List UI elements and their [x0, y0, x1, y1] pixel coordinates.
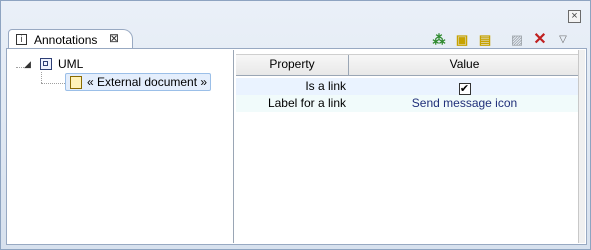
- property-value[interactable]: Send message icon: [349, 95, 580, 112]
- table-row[interactable]: Label for a link Send message icon: [236, 95, 580, 112]
- column-header-property[interactable]: Property: [236, 55, 349, 75]
- tree-connector: [41, 83, 65, 84]
- expand-triangle-icon[interactable]: ◢: [24, 59, 34, 70]
- delete-button[interactable]: ✕: [530, 30, 550, 48]
- vertical-scrollbar[interactable]: [578, 50, 585, 243]
- annotation-button[interactable]: ▣: [452, 30, 472, 48]
- annotations-view-icon: i: [16, 34, 27, 45]
- toolbar-separator: [498, 30, 504, 48]
- disabled-edit-icon: ▨: [510, 31, 524, 47]
- table-row[interactable]: Is a link ✔: [236, 78, 580, 95]
- package-icon: [40, 58, 52, 70]
- view-toolbar: ⁂ ▣ ▤ ▨ ✕ ▽: [429, 30, 573, 48]
- add-annotation-button[interactable]: ⁂: [429, 30, 449, 48]
- tree-item-label: UML: [58, 57, 84, 71]
- annotation-yellow-icon: ▣: [455, 31, 469, 47]
- delete-icon: ✕: [533, 30, 547, 48]
- properties-table: Property Value Is a link ✔ Label for a l…: [236, 50, 581, 243]
- is-link-checkbox[interactable]: ✔: [458, 83, 471, 95]
- tree-item-label: « External document »: [87, 75, 208, 89]
- view-menu-icon: ▽: [559, 33, 567, 45]
- tab-close-icon[interactable]: ⊠: [109, 31, 119, 45]
- selection-highlight: « External document »: [65, 73, 212, 91]
- property-name: Is a link: [305, 79, 346, 93]
- view-menu-button[interactable]: ▽: [553, 30, 573, 48]
- table-header: Property Value: [236, 54, 580, 76]
- annotation-yellow-add-icon: ▤: [478, 31, 492, 47]
- tree-item-external-document[interactable]: « External document »: [65, 73, 212, 91]
- annotation-tree[interactable]: ◢ UML « External document »: [8, 50, 234, 243]
- close-icon: ×: [571, 10, 578, 22]
- annotations-window: × i Annotations ⊠ ⁂ ▣ ▤ ▨ ✕ ▽ ◢ UML « Ex…: [0, 0, 591, 250]
- view-content: ◢ UML « External document » Property Val…: [6, 48, 587, 245]
- add-annotation-yellow-button[interactable]: ▤: [475, 30, 495, 48]
- tree-item-uml[interactable]: ◢ UML: [24, 55, 83, 73]
- tab-label: Annotations: [34, 33, 98, 47]
- property-name: Label for a link: [267, 96, 346, 110]
- window-close-button[interactable]: ×: [568, 10, 581, 23]
- tree-connector: [41, 72, 42, 83]
- tab-bar: i Annotations ⊠ ⁂ ▣ ▤ ▨ ✕ ▽: [6, 27, 587, 49]
- document-icon: [70, 75, 82, 89]
- property-value[interactable]: ✔: [349, 78, 580, 95]
- tab-annotations[interactable]: i Annotations ⊠: [8, 29, 133, 49]
- column-header-value[interactable]: Value: [349, 55, 580, 75]
- edit-button: ▨: [507, 30, 527, 48]
- add-annotation-icon: ⁂: [432, 31, 446, 47]
